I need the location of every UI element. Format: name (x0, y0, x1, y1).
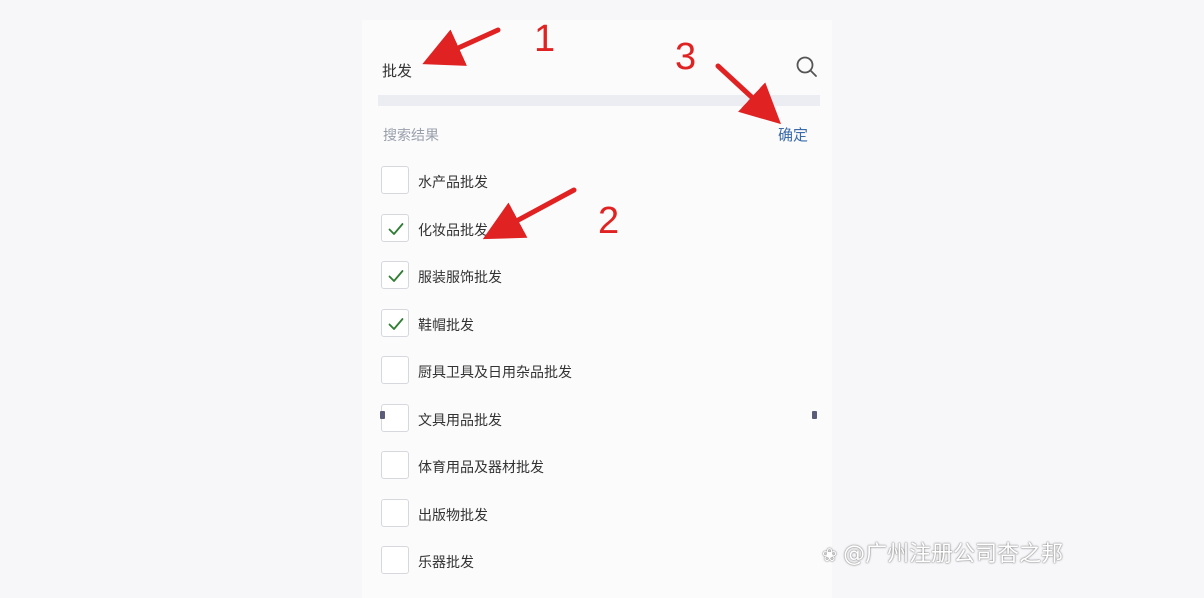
search-row: 批发 (380, 52, 820, 84)
watermark-text: @广州注册公司杏之邦 (843, 542, 1064, 567)
checkbox[interactable] (381, 403, 409, 432)
list-item[interactable]: 水产品批发 (381, 166, 681, 198)
checkbox[interactable] (381, 166, 409, 194)
list-item[interactable]: 乐器批发 (381, 546, 681, 578)
list-item-label: 体育用品及器材批发 (418, 460, 544, 476)
checkbox[interactable] (381, 451, 409, 479)
list-item[interactable]: 厨具卫具及日用杂品批发 (381, 356, 681, 388)
check-icon (388, 270, 404, 282)
list-item-label: 厨具卫具及日用杂品批发 (418, 365, 572, 381)
list-item-label: 鞋帽批发 (418, 317, 474, 334)
list-item-label: 乐器批发 (418, 555, 474, 571)
watermark: ❀ @广州注册公司杏之邦 (822, 536, 1063, 568)
scroll-marker-left (380, 411, 385, 419)
checkbox[interactable] (381, 498, 409, 527)
checkbox-checked[interactable] (381, 308, 409, 337)
search-icon[interactable] (794, 54, 820, 80)
checkbox-checked[interactable] (381, 261, 409, 289)
list-item-label: 出版物批发 (418, 507, 488, 524)
list-item[interactable]: 服装服饰批发 (381, 261, 681, 293)
list-item[interactable]: 文具用品批发 (381, 403, 681, 436)
list-item-label: 文具用品批发 (418, 412, 502, 429)
watermark-logo-icon: ❀ (822, 545, 838, 566)
annotation-number-2: 2 (598, 200, 620, 242)
list-item[interactable]: 体育用品及器材批发 (381, 451, 681, 483)
list-item[interactable]: 出版物批发 (381, 498, 681, 531)
list-item[interactable]: 鞋帽批发 (381, 308, 681, 341)
search-input[interactable]: 批发 (382, 60, 412, 81)
check-icon (388, 222, 404, 235)
scroll-marker-right (812, 411, 817, 419)
annotation-number-3: 3 (675, 36, 697, 78)
list-item[interactable]: 化妆品批发 (381, 213, 681, 246)
annotation-number-1: 1 (534, 18, 556, 60)
checkbox[interactable] (381, 546, 409, 574)
list-item-label: 化妆品批发 (418, 222, 488, 239)
results-label: 搜索结果 (383, 128, 439, 144)
search-divider (378, 95, 820, 106)
checkbox-checked[interactable] (381, 213, 409, 242)
list-item-label: 服装服饰批发 (418, 270, 502, 286)
list-item-label: 水产品批发 (418, 175, 488, 191)
check-icon (388, 317, 404, 330)
confirm-button[interactable]: 确定 (778, 124, 808, 145)
checkbox[interactable] (381, 356, 409, 384)
